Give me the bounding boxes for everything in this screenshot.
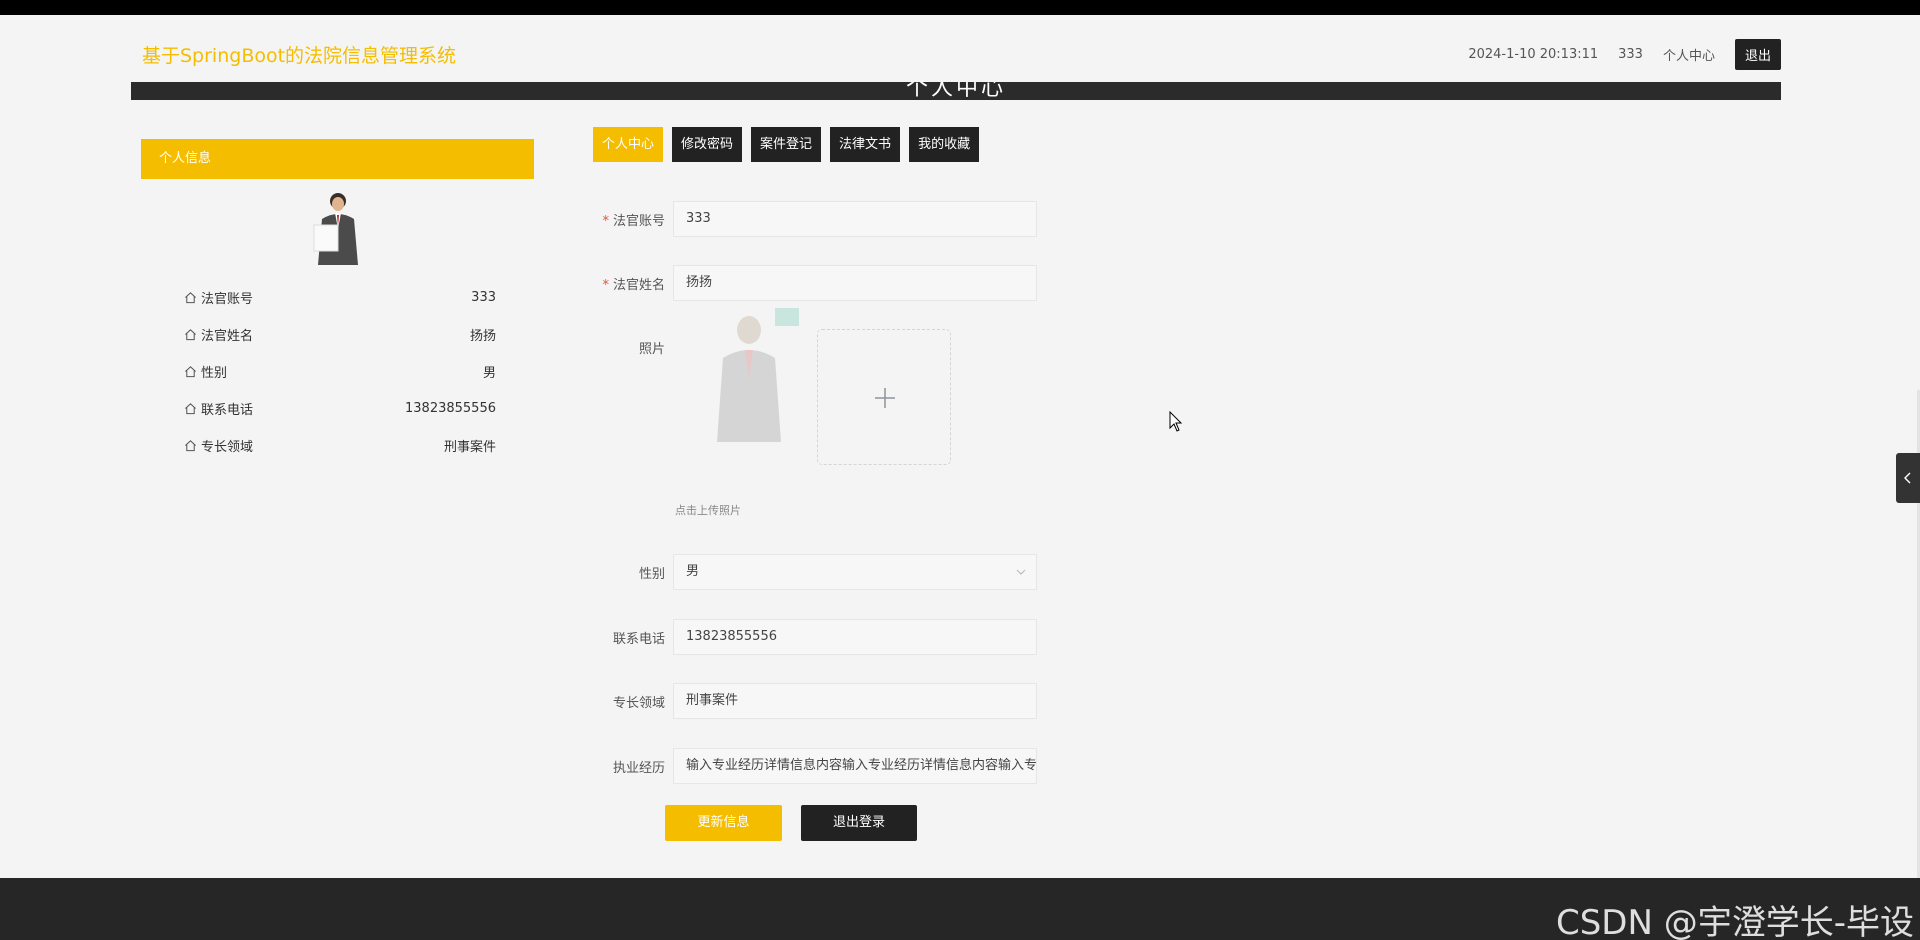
- form-row-experience: 执业经历 输入专业经历详情信息内容输入专业经历详情信息内容输入专业经历详情信息内…: [593, 748, 1037, 784]
- info-label: 性别: [201, 366, 228, 381]
- top-bar: [0, 0, 1920, 15]
- watermark: CSDN @宇澄学长-毕设: [1555, 903, 1914, 940]
- specialty-label: 专长领域: [612, 695, 665, 711]
- home-icon: [185, 440, 196, 452]
- info-label: 联系电话: [201, 403, 254, 418]
- home-icon: [185, 366, 196, 378]
- required-mark: *: [602, 213, 609, 229]
- info-list: 法官账号 333 法官姓名 扬扬 性别 男 联系电话 13823855556 专…: [141, 279, 534, 464]
- tab-case-registration[interactable]: 案件登记: [751, 127, 822, 162]
- mouse-cursor-icon: [1169, 411, 1183, 432]
- tab-legal-documents[interactable]: 法律文书: [830, 127, 901, 162]
- info-value: 333: [471, 290, 496, 305]
- home-icon: [185, 329, 196, 341]
- account-input[interactable]: 333: [673, 201, 1037, 237]
- form-row-name: * 法官姓名 扬扬: [593, 265, 1037, 301]
- home-icon: [185, 292, 196, 304]
- specialty-input[interactable]: 刑事案件: [673, 683, 1037, 719]
- form-row-gender: 性别 男: [593, 554, 1037, 590]
- tab-favorites[interactable]: 我的收藏: [909, 127, 980, 162]
- gender-select[interactable]: 男: [673, 554, 1037, 590]
- info-row-name: 法官姓名 扬扬: [141, 316, 534, 353]
- gender-value: 男: [686, 564, 700, 579]
- experience-label: 执业经历: [612, 760, 665, 776]
- form-row-specialty: 专长领域 刑事案件: [593, 683, 1037, 719]
- logout-button[interactable]: 退出登录: [801, 805, 917, 841]
- info-row-specialty: 专长领域 刑事案件: [141, 427, 534, 464]
- upload-tip[interactable]: 点击上传照片: [675, 502, 741, 518]
- tab-change-password[interactable]: 修改密码: [672, 127, 743, 162]
- account-label: 法官账号: [612, 213, 665, 229]
- profile-link[interactable]: 个人中心: [1663, 45, 1715, 64]
- plus-icon: [875, 388, 895, 408]
- phone-input[interactable]: 13823855556: [673, 619, 1037, 655]
- photo-upload-box[interactable]: [817, 329, 951, 465]
- username: 333: [1618, 47, 1643, 62]
- panel-heading: 个人信息: [141, 139, 534, 179]
- side-panel-toggle[interactable]: [1896, 453, 1920, 503]
- photo-preview[interactable]: [715, 308, 815, 442]
- banner-title: 个人中心: [905, 82, 1007, 100]
- phone-label: 联系电话: [612, 631, 665, 647]
- info-label: 法官姓名: [201, 329, 254, 344]
- tab-bar: 个人中心 修改密码 案件登记 法律文书 我的收藏: [593, 127, 988, 162]
- chevron-left-icon: [1904, 472, 1911, 484]
- info-value: 13823855556: [405, 401, 496, 416]
- update-info-button[interactable]: 更新信息: [665, 805, 782, 841]
- form-row-phone: 联系电话 13823855556: [593, 619, 1037, 655]
- datetime: 2024-1-10 20:13:11: [1468, 47, 1599, 62]
- header-right: 2024-1-10 20:13:11 333 个人中心 退出: [1468, 39, 1781, 70]
- footer: CSDN @宇澄学长-毕设: [0, 878, 1920, 940]
- gender-label: 性别: [638, 566, 665, 582]
- avatar: [313, 193, 358, 265]
- info-row-gender: 性别 男: [141, 353, 534, 390]
- info-row-phone: 联系电话 13823855556: [141, 390, 534, 427]
- required-mark: *: [602, 277, 609, 293]
- header: 基于SpringBoot的法院信息管理系统 2024-1-10 20:13:11…: [131, 15, 1781, 82]
- experience-input[interactable]: 输入专业经历详情信息内容输入专业经历详情信息内容输入专业经历详情信息内容: [673, 748, 1037, 784]
- form-row-account: * 法官账号 333: [593, 201, 1037, 237]
- info-value: 男: [482, 366, 496, 381]
- info-value: 扬扬: [469, 329, 496, 344]
- profile-info-panel: 个人信息 法官账号 333 法官姓名 扬扬 性别 男 联系电话 13823855…: [141, 139, 534, 464]
- info-row-account: 法官账号 333: [141, 279, 534, 316]
- chevron-down-icon: [1016, 569, 1026, 575]
- name-input[interactable]: 扬扬: [673, 265, 1037, 301]
- info-value: 刑事案件: [443, 440, 496, 455]
- name-label: 法官姓名: [612, 277, 665, 293]
- info-label: 法官账号: [201, 292, 254, 307]
- header-logout-button[interactable]: 退出: [1734, 39, 1781, 70]
- home-icon: [185, 403, 196, 415]
- tab-profile[interactable]: 个人中心: [593, 127, 664, 162]
- banner: 个人中心: [131, 82, 1781, 100]
- info-label: 专长领域: [201, 440, 254, 455]
- site-title[interactable]: 基于SpringBoot的法院信息管理系统: [142, 41, 456, 68]
- photo-label: 照片: [638, 342, 665, 357]
